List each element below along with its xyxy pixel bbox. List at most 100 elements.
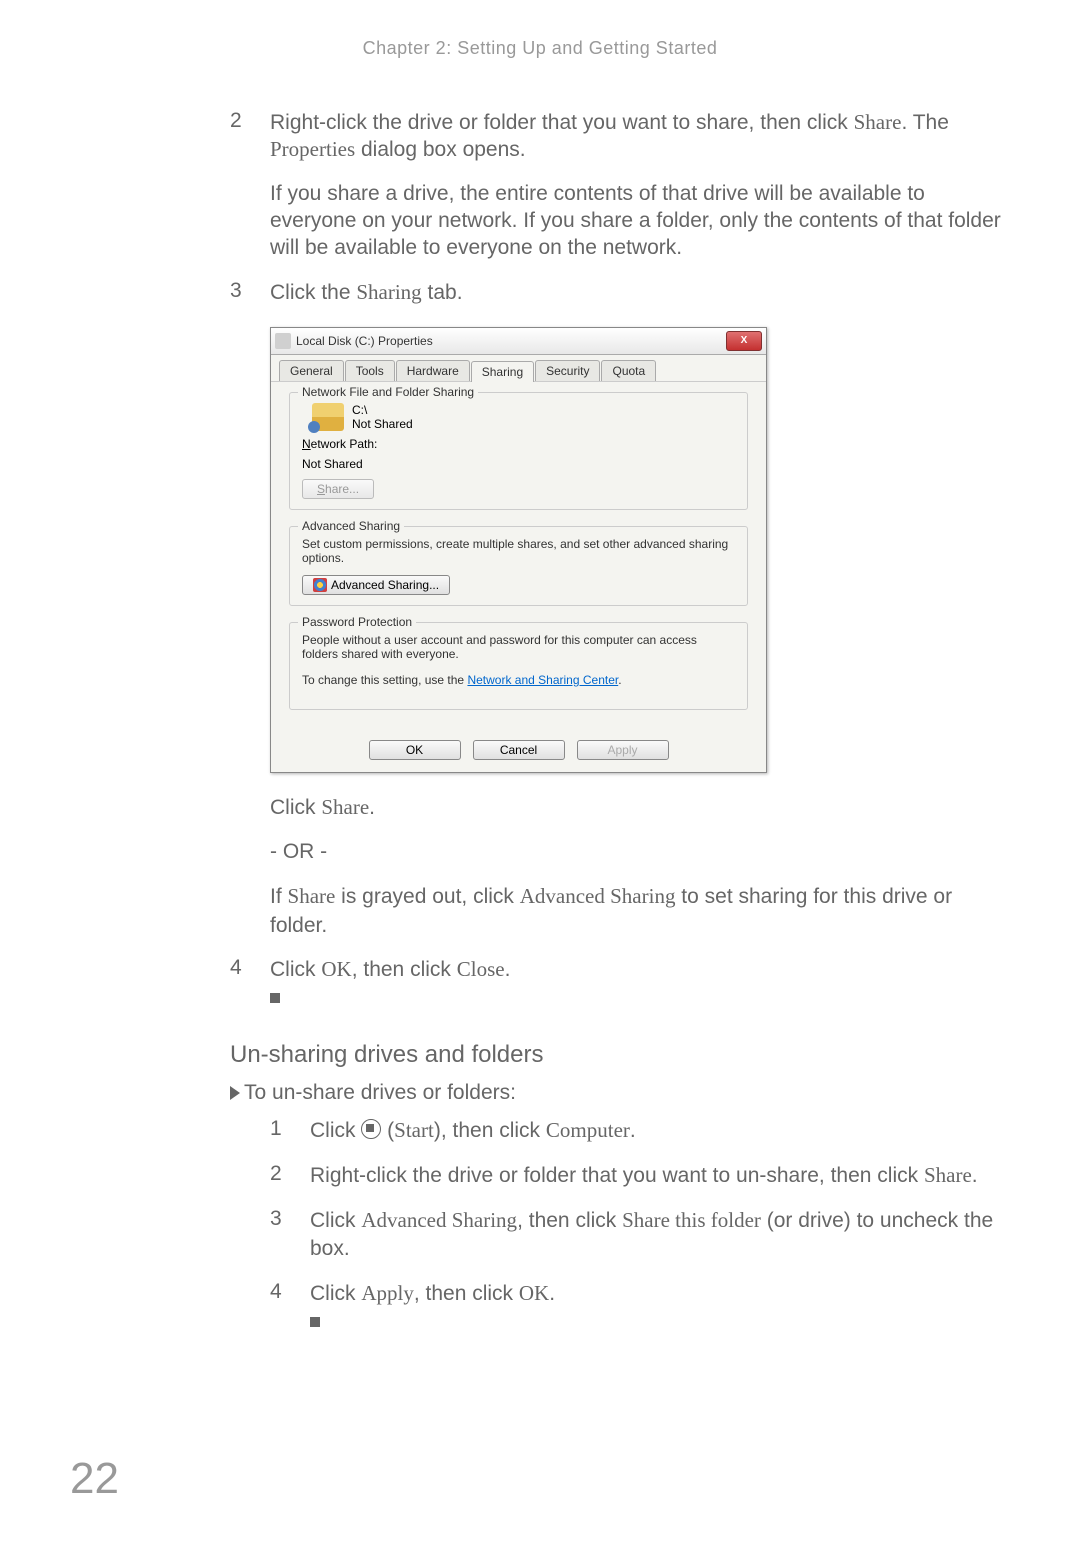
unshare-step-1: 1 Click (Start), then click Computer. xyxy=(270,1117,1010,1144)
end-marker-icon xyxy=(310,1317,320,1327)
step-text: Click Advanced Sharing, then click Share… xyxy=(310,1207,1010,1262)
apply-button[interactable]: Apply xyxy=(577,740,669,760)
apply-label: Apply xyxy=(361,1281,414,1305)
text: , then click xyxy=(517,1209,622,1232)
text: ), then click xyxy=(434,1119,546,1142)
ok-label: OK xyxy=(519,1281,549,1305)
step-number: 2 xyxy=(230,109,270,261)
text: If xyxy=(270,885,288,908)
step-number: 1 xyxy=(270,1117,310,1144)
tab-general[interactable]: General xyxy=(279,360,344,381)
group-legend: Network File and Folder Sharing xyxy=(298,385,478,399)
sharing-label: Sharing xyxy=(356,280,421,304)
step-number: 4 xyxy=(230,956,270,1011)
tab-hardware[interactable]: Hardware xyxy=(396,360,470,381)
network-sharing-group: Network File and Folder Sharing C:\ Not … xyxy=(289,392,748,510)
step-number: 3 xyxy=(230,279,270,306)
chapter-header: Chapter 2: Setting Up and Getting Starte… xyxy=(70,38,1010,59)
share-button[interactable]: Share... xyxy=(302,479,374,499)
password-desc: People without a user account and passwo… xyxy=(302,633,735,661)
text: Right-click the drive or folder that you… xyxy=(270,111,854,134)
text: To change this setting, use the xyxy=(302,673,467,687)
step-text: Click the Sharing tab. xyxy=(270,279,1010,306)
drive-icon xyxy=(312,403,344,431)
share-this-folder-label: Share this folder xyxy=(622,1208,761,1232)
close-label: Close xyxy=(457,957,505,981)
share-label: Share xyxy=(288,884,336,908)
windows-start-icon xyxy=(361,1119,381,1139)
text: Click xyxy=(270,796,321,819)
step-number: 2 xyxy=(270,1162,310,1189)
network-path-label: N xyxy=(302,437,311,451)
text: . xyxy=(972,1164,978,1187)
page-number: 22 xyxy=(70,1454,119,1504)
text: Click the xyxy=(270,281,356,304)
text: , then click xyxy=(352,958,457,981)
text: Click xyxy=(270,958,321,981)
procedure-heading: To un-share drives or folders: xyxy=(230,1081,1010,1105)
properties-label: Properties xyxy=(270,137,355,161)
text: tab. xyxy=(422,281,463,304)
advanced-sharing-button[interactable]: Advanced Sharing... xyxy=(302,575,450,595)
section-title: Un-sharing drives and folders xyxy=(230,1041,1010,1069)
or-separator: - OR - xyxy=(270,838,1010,866)
text: , then click xyxy=(414,1282,519,1305)
share-label: Share xyxy=(321,795,369,819)
group-legend: Password Protection xyxy=(298,615,416,629)
advanced-sharing-label: Advanced Sharing xyxy=(520,884,676,908)
step-3: 3 Click the Sharing tab. xyxy=(230,279,1010,306)
cancel-button[interactable]: Cancel xyxy=(473,740,565,760)
text: . xyxy=(549,1282,555,1305)
share-label: Share xyxy=(854,110,902,134)
unshare-step-4: 4 Click Apply, then click OK. xyxy=(270,1280,1010,1335)
shield-icon xyxy=(313,578,327,592)
step-number: 4 xyxy=(270,1280,310,1335)
window-title: Local Disk (C:) Properties xyxy=(296,334,726,348)
text: . xyxy=(618,673,621,687)
procedure-text: To un-share drives or folders: xyxy=(244,1081,516,1104)
step-text: Right-click the drive or folder that you… xyxy=(310,1162,1010,1189)
end-marker-icon xyxy=(270,993,280,1003)
step-paragraph: If you share a drive, the entire content… xyxy=(270,180,1010,262)
text: . xyxy=(630,1119,636,1142)
text: . xyxy=(369,796,375,819)
step-number: 3 xyxy=(270,1207,310,1262)
unshare-step-2: 2 Right-click the drive or folder that y… xyxy=(270,1162,1010,1189)
tab-security[interactable]: Security xyxy=(535,360,600,381)
close-icon[interactable]: X xyxy=(726,331,762,351)
start-label: Start xyxy=(394,1118,434,1142)
computer-label: Computer xyxy=(546,1118,630,1142)
step-4: 4 Click OK, then click Close. xyxy=(230,956,1010,1011)
text: Right-click the drive or folder that you… xyxy=(310,1164,924,1187)
advanced-desc: Set custom permissions, create multiple … xyxy=(302,537,735,565)
step-text: Click Apply, then click OK. xyxy=(310,1280,1010,1335)
text: Click xyxy=(310,1282,361,1305)
ok-button[interactable]: OK xyxy=(369,740,461,760)
drive-status: Not Shared xyxy=(352,417,413,431)
text: is grayed out, click xyxy=(335,885,519,908)
drive-path: C:\ xyxy=(352,403,413,417)
unshare-step-3: 3 Click Advanced Sharing, then click Sha… xyxy=(270,1207,1010,1262)
network-path-label-rest: etwork Path: xyxy=(311,437,378,451)
text: . xyxy=(505,958,511,981)
share-label: Share xyxy=(924,1163,972,1187)
ok-label: OK xyxy=(321,957,351,981)
step-text: Click (Start), then click Computer. xyxy=(310,1117,1010,1144)
text: dialog box opens. xyxy=(355,138,525,161)
titlebar: Local Disk (C:) Properties X xyxy=(271,328,766,355)
network-sharing-center-link[interactable]: Network and Sharing Center xyxy=(467,673,618,687)
advanced-sharing-label: Advanced Sharing xyxy=(361,1208,517,1232)
password-protection-group: Password Protection People without a use… xyxy=(289,622,748,710)
advanced-sharing-label: Advanced Sharing... xyxy=(331,578,439,592)
text: . The xyxy=(901,111,948,134)
step-text: Click OK, then click Close. xyxy=(270,956,1010,1011)
tab-quota[interactable]: Quota xyxy=(601,360,656,381)
network-path-value: Not Shared xyxy=(302,457,735,471)
tab-sharing[interactable]: Sharing xyxy=(471,361,534,382)
text: Click xyxy=(310,1209,361,1232)
text: Click xyxy=(310,1119,361,1142)
advanced-sharing-group: Advanced Sharing Set custom permissions,… xyxy=(289,526,748,606)
tab-tools[interactable]: Tools xyxy=(345,360,395,381)
triangle-icon xyxy=(230,1086,240,1100)
group-legend: Advanced Sharing xyxy=(298,519,404,533)
